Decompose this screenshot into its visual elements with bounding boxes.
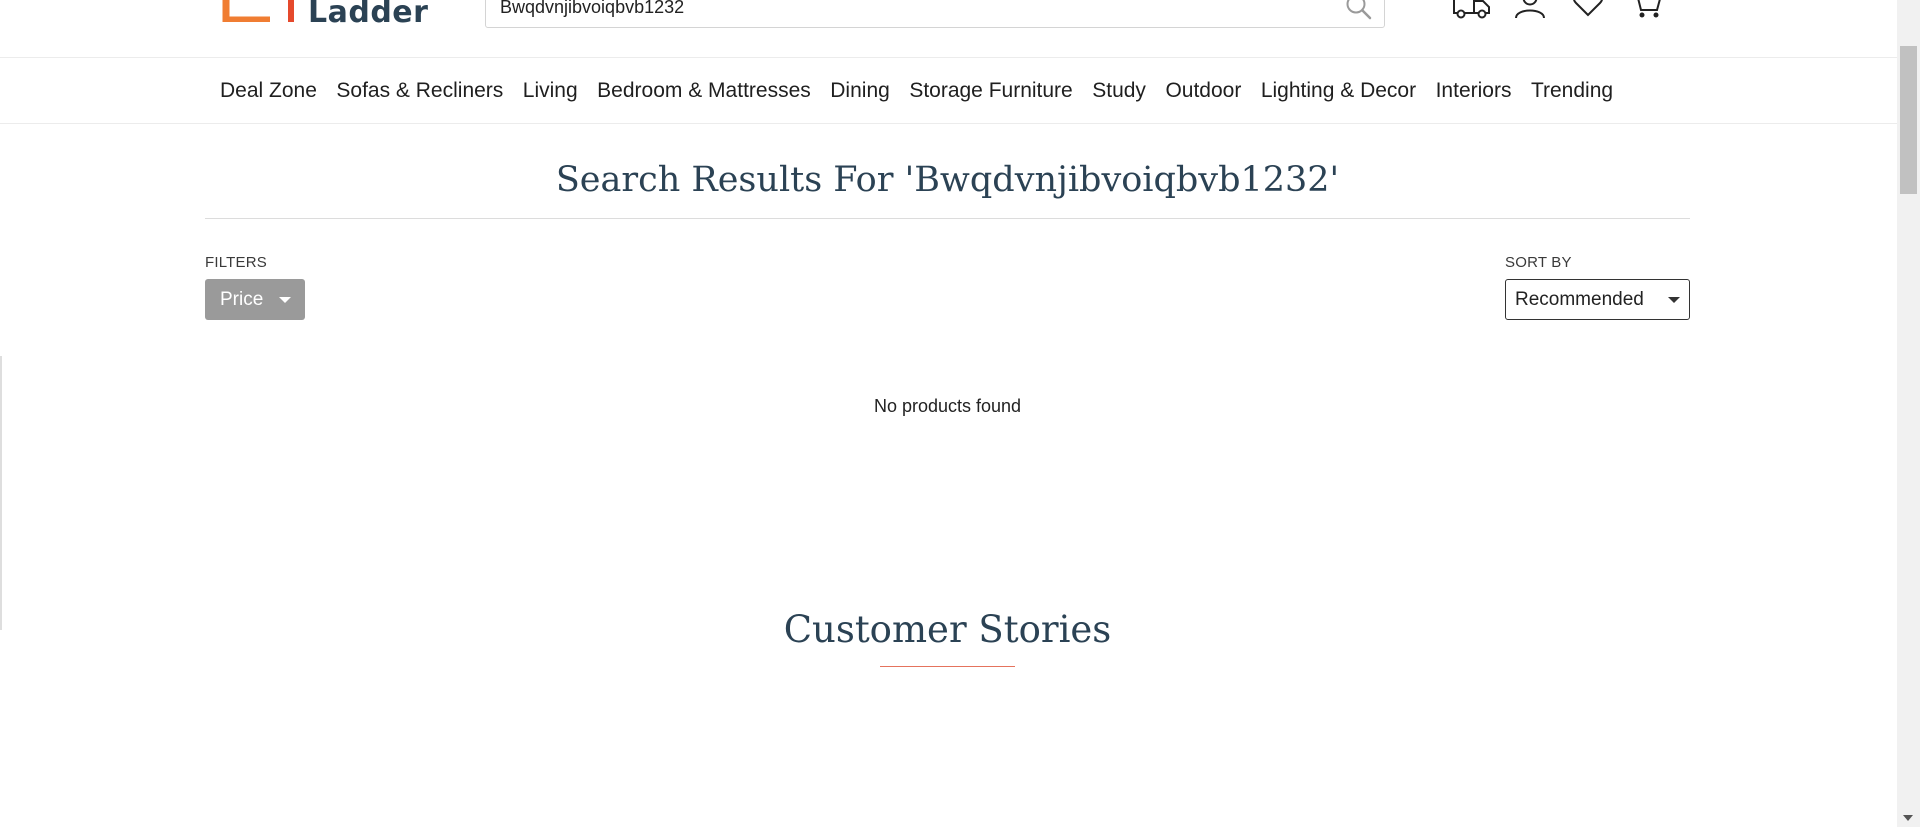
header-icons (1452, 0, 1684, 20)
empty-results-message: No products found (873, 396, 1022, 416)
account-button[interactable] (1510, 0, 1550, 20)
title-divider (205, 218, 1690, 219)
main-nav: Deal Zone Sofas & Recliners Living Bedro… (0, 58, 1897, 124)
price-filter-dropdown[interactable]: Price (205, 279, 305, 320)
nav-item-living[interactable]: Living (523, 79, 578, 103)
nav-item-outdoor[interactable]: Outdoor (1165, 79, 1241, 103)
nav-item-interiors[interactable]: Interiors (1436, 79, 1512, 103)
site-header: Ladder (0, 0, 1897, 58)
cart-button[interactable] (1626, 0, 1666, 20)
track-order-icon (1453, 0, 1490, 19)
nav-item-lighting-decor[interactable]: Lighting & Decor (1261, 79, 1416, 103)
customer-stories-heading: Customer Stories (783, 608, 1112, 651)
nav-item-trending[interactable]: Trending (1531, 79, 1613, 103)
nav-item-bedroom-mattresses[interactable]: Bedroom & Mattresses (597, 79, 811, 103)
logo-mark-icon (222, 0, 270, 22)
search-input[interactable] (500, 0, 1320, 27)
track-order-button[interactable] (1452, 0, 1492, 20)
filters-label: FILTERS (205, 254, 267, 271)
page-scrollbar[interactable] (1897, 0, 1920, 827)
search-button[interactable] (1344, 0, 1374, 21)
customer-stories-underline (880, 666, 1015, 667)
sort-select[interactable]: Recommended (1505, 279, 1690, 320)
account-icon (1515, 0, 1545, 19)
logo-bar-icon (288, 0, 294, 22)
price-filter-label: Price (220, 288, 264, 310)
nav-list: Deal Zone Sofas & Recliners Living Bedro… (220, 58, 1633, 124)
page-title: Search Results For 'Bwqdvnjibvoiqbvb1232… (555, 160, 1340, 200)
page: Ladder Bwqdvnjibvoiqbvb1232 Deal Zone So… (0, 0, 1920, 827)
scroll-down-icon[interactable] (1903, 815, 1913, 821)
cart-icon (1637, 0, 1661, 18)
logo[interactable]: Ladder (218, 0, 428, 28)
chevron-down-icon (279, 297, 291, 303)
scrollbar-thumb[interactable] (1900, 46, 1917, 194)
search-box (485, 0, 1385, 28)
nav-item-study[interactable]: Study (1092, 79, 1146, 103)
wishlist-icon (1573, 0, 1603, 17)
chevron-down-icon (1668, 297, 1680, 303)
wishlist-button[interactable] (1568, 0, 1608, 20)
nav-item-sofas-recliners[interactable]: Sofas & Recliners (336, 79, 503, 103)
sort-by-label: SORT BY (1505, 254, 1572, 271)
nav-item-deal-zone[interactable]: Deal Zone (220, 79, 317, 103)
search-icon (1346, 0, 1372, 20)
logo-text: Ladder (308, 0, 429, 30)
side-panel-edge (0, 356, 2, 630)
nav-item-storage-furniture[interactable]: Storage Furniture (909, 79, 1072, 103)
sort-selected-value: Recommended (1515, 288, 1644, 310)
nav-item-dining[interactable]: Dining (830, 79, 890, 103)
